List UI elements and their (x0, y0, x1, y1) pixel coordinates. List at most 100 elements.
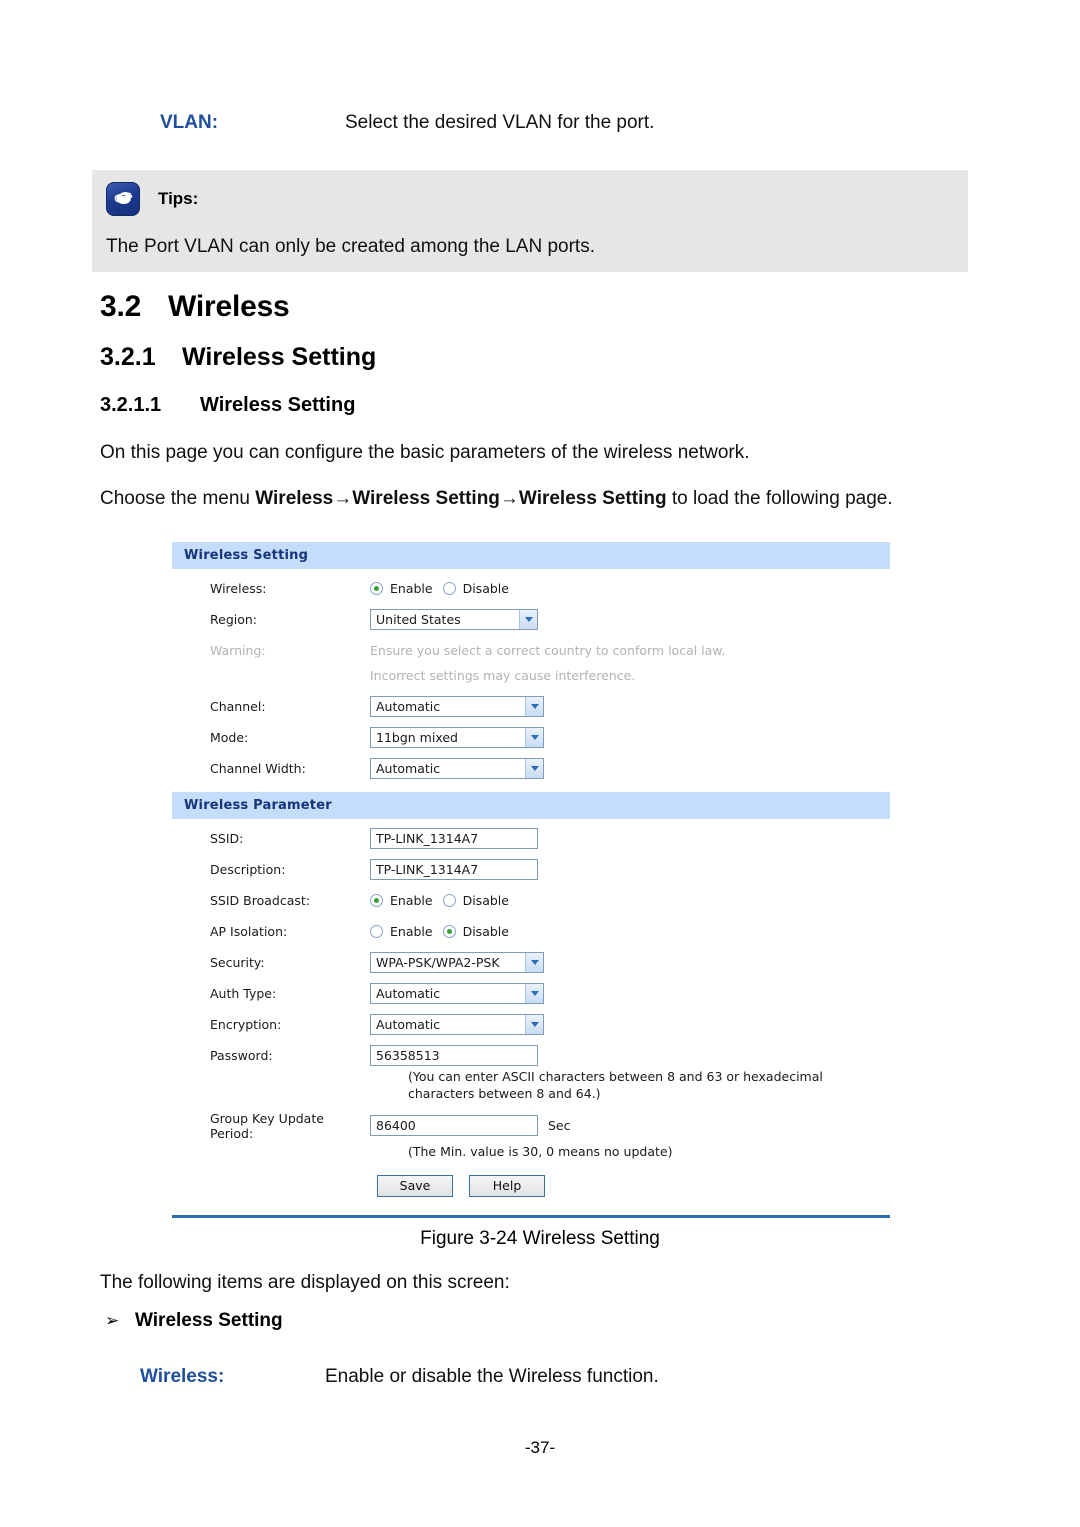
field-control-ap-isolation: Enable Disable (370, 924, 509, 939)
heading-3-2-1-text: Wireless Setting (182, 343, 377, 371)
paragraph-following-items: The following items are displayed on thi… (100, 1272, 510, 1293)
heading-3-2-1-1: 3.2.1.1 Wireless Setting (100, 394, 355, 417)
term-label-vlan: VLAN: (160, 112, 219, 133)
select-encryption[interactable]: Automatic (370, 1013, 544, 1035)
button-row: Save Help (172, 1174, 890, 1197)
field-row-ssid: SSID: TP-LINK_1314A7 (172, 827, 890, 849)
chevron-down-icon-mode[interactable] (525, 727, 543, 747)
field-control-wireless: Enable Disable (370, 581, 509, 596)
field-label-ssid: SSID: (210, 830, 244, 846)
paragraph-intro: On this page you can configure the basic… (100, 442, 750, 463)
chevron-down-icon-auth-type[interactable] (525, 983, 543, 1003)
password-hint: (You can enter ASCII characters between … (172, 1069, 890, 1103)
heading-3-2-text: Wireless (168, 290, 290, 323)
radio-label-wireless-enable: Enable (390, 580, 433, 596)
select-auth-type[interactable]: Automatic (370, 982, 544, 1004)
radio-dot-icon-enable[interactable] (370, 581, 383, 595)
tips-title: Tips: (158, 189, 199, 208)
radio-ap-isolation-enable[interactable]: Enable (370, 924, 433, 939)
field-row-channel: Channel: Automatic (172, 695, 890, 717)
radio-group-ssid-broadcast[interactable]: Enable Disable (370, 893, 509, 908)
panel-header-wireless-parameter: Wireless Parameter (172, 792, 890, 819)
radio-dot-icon-ssid-broadcast-disable[interactable] (442, 893, 456, 907)
select-value-security: WPA-PSK/WPA2-PSK (376, 954, 500, 970)
radio-ap-isolation-disable[interactable]: Disable (442, 923, 509, 939)
field-row-security: Security: WPA-PSK/WPA2-PSK (172, 951, 890, 973)
select-security[interactable]: WPA-PSK/WPA2-PSK (370, 951, 544, 973)
radio-label-ssid-broadcast-enable: Enable (390, 892, 433, 908)
unit-label-sec: Sec (548, 1118, 571, 1134)
select-region[interactable]: United States (370, 608, 538, 630)
input-value-ssid: TP-LINK_1314A7 (376, 830, 479, 846)
help-button[interactable]: Help (469, 1174, 545, 1197)
save-button[interactable]: Save (377, 1174, 453, 1197)
heading-3-2-1-1-number: 3.2.1.1 (100, 394, 162, 416)
chevron-down-icon-security[interactable] (525, 952, 543, 972)
radio-label-ap-isolation-disable: Disable (462, 923, 509, 939)
field-row-warning-line2: Incorrect settings may cause interferenc… (172, 664, 890, 686)
field-control-ssid: TP-LINK_1314A7 (370, 827, 538, 849)
field-row-channel-width: Channel Width: Automatic (172, 757, 890, 779)
radio-group-ap-isolation[interactable]: Enable Disable (370, 924, 509, 939)
group-key-hint: (The Min. value is 30, 0 means no update… (172, 1144, 890, 1161)
select-channel[interactable]: Automatic (370, 695, 544, 717)
field-label-ap-isolation: AP Isolation: (210, 923, 288, 939)
bullet-label: Wireless Setting (135, 1310, 283, 1331)
warning-text-line2: Incorrect settings may cause interferenc… (370, 667, 636, 683)
select-mode[interactable]: 11bgn mixed (370, 726, 544, 748)
input-description[interactable]: TP-LINK_1314A7 (370, 858, 538, 880)
radio-label-wireless-disable: Disable (462, 580, 509, 596)
input-group-key[interactable]: 86400 (370, 1115, 538, 1137)
term-description-vlan: Select the desired VLAN for the port. (345, 112, 655, 133)
select-channel-width[interactable]: Automatic (370, 757, 544, 779)
field-control-password: 56358513 (370, 1044, 538, 1066)
radio-group-wireless[interactable]: Enable Disable (370, 581, 509, 596)
group-key-hint-line: (The Min. value is 30, 0 means no update… (408, 1143, 673, 1159)
field-row-region: Region: United States (172, 608, 890, 630)
radio-ssid-broadcast-disable[interactable]: Disable (442, 892, 509, 908)
router-config-panel: Wireless Setting Wireless: Enable Disabl… (172, 542, 890, 1222)
select-value-channel: Automatic (376, 698, 441, 714)
field-row-description: Description: TP-LINK_1314A7 (172, 858, 890, 880)
field-control-warning-line1: Ensure you select a correct country to c… (370, 643, 725, 658)
field-label-group-key: Group Key Update Period: (210, 1110, 324, 1141)
field-row-auth-type: Auth Type: Automatic (172, 982, 890, 1004)
field-row-ssid-broadcast: SSID Broadcast: Enable Disable (172, 889, 890, 911)
select-value-mode: 11bgn mixed (376, 729, 458, 745)
field-row-password: Password: 56358513 (172, 1044, 890, 1066)
menu-arrow-2: → (499, 488, 519, 509)
field-row-warning-line1: Warning: Ensure you select a correct cou… (172, 639, 890, 661)
field-row-mode: Mode: 11bgn mixed (172, 726, 890, 748)
radio-label-ssid-broadcast-disable: Disable (462, 892, 509, 908)
field-control-mode: 11bgn mixed (370, 726, 544, 748)
field-label-auth-type: Auth Type: (210, 985, 277, 1001)
field-label-security: Security: (210, 954, 265, 970)
radio-dot-icon-ap-isolation-enable[interactable] (370, 924, 383, 938)
field-control-region: United States (370, 608, 538, 630)
field-label-channel: Channel: (210, 698, 266, 714)
password-hint-line1: (You can enter ASCII characters between … (408, 1069, 823, 1084)
radio-dot-icon-ap-isolation-disable[interactable] (442, 924, 456, 938)
input-ssid[interactable]: TP-LINK_1314A7 (370, 827, 538, 849)
chevron-down-icon-region[interactable] (519, 609, 537, 629)
radio-ssid-broadcast-enable[interactable]: Enable (370, 893, 433, 908)
radio-wireless-enable[interactable]: Enable (370, 581, 433, 596)
warning-text-line1: Ensure you select a correct country to c… (370, 642, 726, 658)
field-label-warning: Warning: (210, 642, 266, 658)
input-value-password: 56358513 (376, 1047, 440, 1063)
chevron-down-icon-encryption[interactable] (525, 1014, 543, 1034)
chevron-down-icon-channel[interactable] (525, 696, 543, 716)
radio-dot-icon-ssid-broadcast-enable[interactable] (370, 893, 383, 907)
input-password[interactable]: 56358513 (370, 1044, 538, 1066)
figure-caption: Figure 3-24 Wireless Setting (420, 1228, 660, 1249)
bullet-wireless-setting: ➢ Wireless Setting (105, 1310, 283, 1332)
radio-dot-icon-disable[interactable] (442, 581, 456, 595)
term-row-vlan: VLAN: Select the desired VLAN for the po… (160, 112, 654, 134)
heading-3-2-number: 3.2 (100, 290, 142, 323)
term-description-wireless: Enable or disable the Wireless function. (325, 1366, 659, 1387)
select-value-encryption: Automatic (376, 1016, 441, 1032)
chevron-down-icon-channel-width[interactable] (525, 758, 543, 778)
menu-path-3: Wireless Setting (518, 488, 667, 509)
heading-3-2-1: 3.2.1 Wireless Setting (100, 343, 376, 372)
radio-wireless-disable[interactable]: Disable (442, 580, 509, 596)
